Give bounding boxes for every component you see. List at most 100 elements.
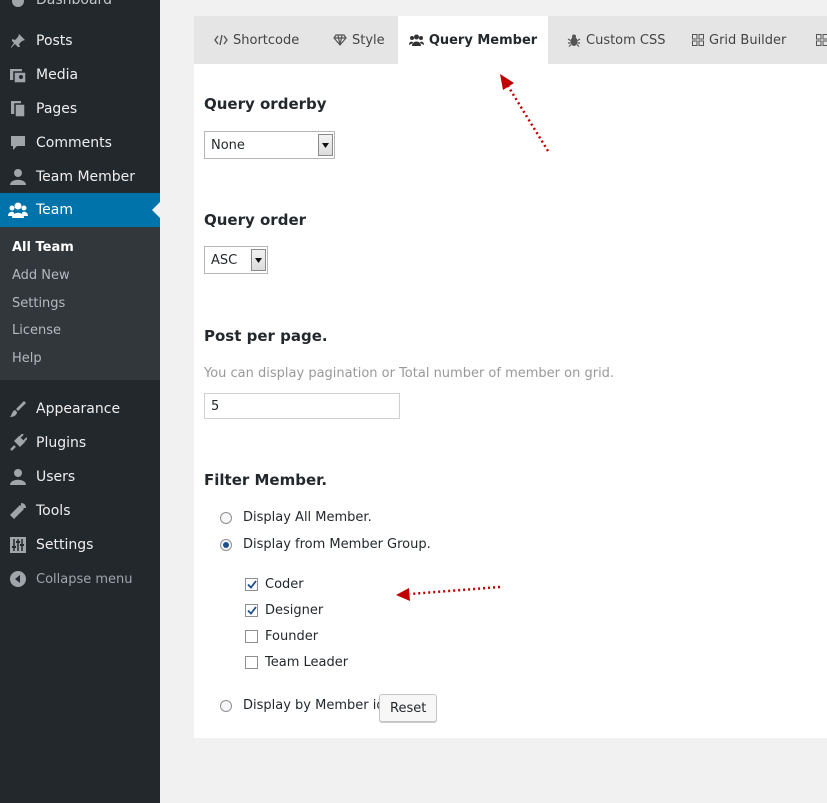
tab-grid-builder[interactable]: Grid Builder: [692, 16, 786, 64]
tab-shortcode-label: Shortcode: [233, 32, 300, 48]
tab-bar: Shortcode Style Query Member Custom CSS …: [194, 16, 827, 64]
filter-option-all[interactable]: Display All Member.: [220, 510, 372, 525]
group-icon: [8, 200, 28, 220]
group-coder[interactable]: Coder: [245, 577, 304, 592]
menu-users[interactable]: Users: [0, 460, 160, 494]
filter-member-title: Filter Member.: [204, 471, 328, 489]
group-team-leader-label: Team Leader: [265, 655, 349, 670]
menu-team[interactable]: Team: [0, 193, 160, 227]
group-designer[interactable]: Designer: [245, 603, 323, 618]
team-submenu: All Team Add New Settings License Help: [0, 227, 160, 380]
menu-team-member[interactable]: Team Member: [0, 160, 160, 194]
comment-icon: [8, 133, 28, 153]
radio-display-id[interactable]: [220, 699, 232, 712]
group-founder-label: Founder: [265, 629, 319, 644]
menu-media-label: Media: [36, 67, 79, 83]
checkmark-icon: [246, 606, 257, 615]
filter-option-group-label: Display from Member Group.: [243, 537, 431, 552]
group-team-leader[interactable]: Team Leader: [245, 655, 348, 670]
tab-custom-css[interactable]: Custom CSS: [567, 16, 666, 64]
tab-style[interactable]: Style: [333, 16, 385, 64]
checkmark-icon: [246, 580, 257, 589]
checkbox-coder[interactable]: [245, 578, 258, 591]
tab-grid-builder-label: Grid Builder: [709, 32, 787, 48]
chevron-down-icon: [251, 249, 266, 271]
tab-query-member-label: Query Member: [428, 32, 538, 48]
chevron-down-icon: [318, 134, 333, 156]
menu-comments[interactable]: Comments: [0, 126, 160, 160]
radio-display-group[interactable]: [220, 538, 232, 551]
menu-tools-label: Tools: [36, 503, 71, 519]
query-orderby-select[interactable]: None: [204, 131, 335, 159]
tab-shortcode[interactable]: Shortcode: [214, 16, 299, 64]
menu-plugins[interactable]: Plugins: [0, 426, 160, 460]
media-icon: [8, 65, 28, 85]
pages-icon: [8, 99, 28, 119]
menu-tools[interactable]: Tools: [0, 494, 160, 528]
menu-pages-label: Pages: [36, 101, 78, 117]
plug-icon: [8, 433, 28, 453]
query-order-value: ASC: [211, 252, 238, 268]
group-founder[interactable]: Founder: [245, 629, 318, 644]
radio-display-all[interactable]: [220, 511, 232, 524]
pin-icon: [8, 31, 28, 51]
query-orderby-value: None: [211, 137, 245, 153]
menu-users-label: Users: [36, 469, 76, 485]
group-designer-label: Designer: [265, 603, 324, 618]
tab-custom-css-label: Custom CSS: [586, 32, 666, 48]
filter-option-id[interactable]: Display by Member id.: [220, 698, 389, 713]
submenu-all-team[interactable]: All Team: [12, 240, 74, 255]
query-orderby-title: Query orderby: [204, 95, 327, 113]
group-icon: [408, 34, 424, 46]
menu-posts[interactable]: Posts: [0, 24, 160, 58]
menu-comments-label: Comments: [36, 135, 112, 151]
tab-style-label: Style: [352, 32, 385, 48]
grid-icon: [816, 34, 827, 46]
post-per-page-input[interactable]: [204, 393, 400, 419]
post-per-page-help: You can display pagination or Total numb…: [204, 366, 615, 381]
submenu-license[interactable]: License: [12, 323, 61, 338]
query-order-select[interactable]: ASC: [204, 246, 268, 274]
dashboard-icon: [8, 0, 28, 10]
menu-team-label: Team: [36, 202, 74, 218]
settings-panel: Shortcode Style Query Member Custom CSS …: [194, 16, 827, 738]
filter-option-all-label: Display All Member.: [243, 510, 372, 525]
menu-appearance[interactable]: Appearance: [0, 392, 160, 426]
checkbox-designer[interactable]: [245, 604, 258, 617]
tab-more-clipped[interactable]: [816, 16, 827, 64]
menu-settings-label: Settings: [36, 537, 94, 553]
menu-settings[interactable]: Settings: [0, 528, 160, 562]
menu-posts-label: Posts: [36, 33, 73, 49]
grid-icon: [692, 34, 704, 46]
admin-sidebar: Dashboard Posts Media Pages Comments Tea…: [0, 0, 160, 803]
user-icon: [8, 467, 28, 487]
filter-option-group[interactable]: Display from Member Group.: [220, 537, 431, 552]
diamond-icon: [333, 34, 347, 46]
menu-plugins-label: Plugins: [36, 435, 87, 451]
menu-pages[interactable]: Pages: [0, 92, 160, 126]
query-order-title: Query order: [204, 211, 307, 229]
brush-icon: [8, 399, 28, 419]
submenu-help[interactable]: Help: [12, 351, 42, 366]
menu-team-member-label: Team Member: [36, 169, 136, 185]
wrench-icon: [8, 501, 28, 521]
sliders-icon: [8, 535, 28, 555]
submenu-add-new[interactable]: Add New: [12, 268, 70, 283]
menu-dashboard[interactable]: Dashboard: [0, 0, 160, 17]
collapse-menu[interactable]: Collapse menu: [0, 562, 160, 596]
user-icon: [8, 167, 28, 187]
tab-query-member[interactable]: Query Member: [398, 16, 548, 64]
collapse-icon: [8, 569, 28, 589]
collapse-menu-label: Collapse menu: [36, 571, 133, 587]
reset-button[interactable]: Reset: [379, 694, 438, 722]
menu-appearance-label: Appearance: [36, 401, 121, 417]
post-per-page-title: Post per page.: [204, 327, 328, 345]
menu-dashboard-label: Dashboard: [36, 0, 112, 8]
checkbox-founder[interactable]: [245, 630, 258, 643]
group-coder-label: Coder: [265, 577, 304, 592]
checkbox-team-leader[interactable]: [245, 656, 258, 669]
filter-option-id-label: Display by Member id.: [243, 698, 389, 713]
menu-media[interactable]: Media: [0, 58, 160, 92]
submenu-settings[interactable]: Settings: [12, 296, 65, 311]
code-icon: [214, 34, 228, 46]
